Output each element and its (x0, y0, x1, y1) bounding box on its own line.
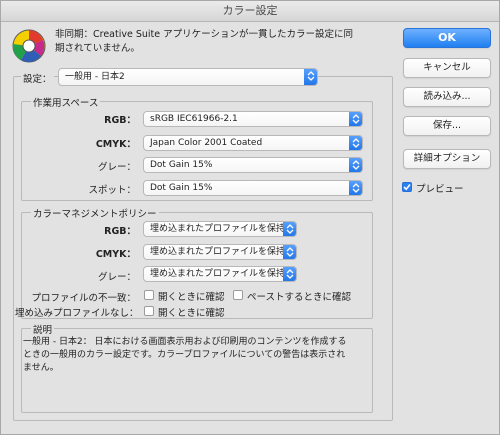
creative-suite-color-wheel-icon (12, 29, 46, 63)
ws-cmyk-value: Japan Color 2001 Coated (150, 138, 263, 148)
ws-gray-label: グレー： (97, 162, 136, 173)
ws-gray-select[interactable]: Dot Gain 15% (143, 157, 363, 173)
cm-gray-value: 埋め込まれたプロファイルを保持 (150, 269, 286, 279)
ws-rgb-value: sRGB IEC61966-2.1 (150, 114, 238, 124)
cm-rgb-label: RGB： (104, 226, 136, 237)
ws-gray-value: Dot Gain 15% (150, 160, 213, 170)
mismatch-paste-label: ペーストするときに確認 (247, 292, 352, 303)
chevron-updown-icon (283, 267, 296, 281)
settings-preset-select[interactable]: 一般用 - 日本2 (58, 68, 318, 86)
preview-checkbox[interactable] (402, 182, 412, 192)
description-text: 一般用 - 日本2： 日本における画面表示用および印刷用のコンテンツを作成すると… (23, 337, 347, 373)
working-spaces-title: 作業用スペース (31, 95, 101, 109)
chevron-updown-icon (283, 245, 296, 259)
cm-gray-label: グレー： (97, 272, 136, 283)
cancel-button[interactable]: キャンセル (403, 58, 491, 78)
checkmark-icon (403, 183, 411, 191)
chevron-updown-icon (304, 69, 317, 85)
load-button[interactable]: 読み込み... (403, 87, 491, 107)
ok-button[interactable]: OK (403, 28, 491, 48)
window-title: カラー設定 (1, 1, 499, 22)
cm-cmyk-select[interactable]: 埋め込まれたプロファイルを保持 (143, 244, 297, 260)
ws-spot-select[interactable]: Dot Gain 15% (143, 180, 363, 196)
preview-label: プレビュー (416, 184, 464, 195)
cm-rgb-select[interactable]: 埋め込まれたプロファイルを保持 (143, 221, 297, 237)
description-title: 説明 (31, 322, 55, 336)
chevron-updown-icon (349, 181, 362, 195)
ws-cmyk-label: CMYK： (95, 139, 136, 150)
chevron-updown-icon (349, 136, 362, 150)
missing-open-label: 開くときに確認 (158, 308, 225, 319)
ws-spot-label: スポット： (88, 185, 136, 196)
save-button[interactable]: 保存... (403, 116, 491, 136)
advanced-options-button[interactable]: 詳細オプション (403, 149, 491, 169)
mismatch-open-label: 開くときに確認 (158, 292, 225, 303)
settings-label: 設定： (21, 71, 54, 85)
ws-spot-value: Dot Gain 15% (150, 183, 213, 193)
ws-rgb-select[interactable]: sRGB IEC61966-2.1 (143, 111, 363, 127)
cm-gray-select[interactable]: 埋め込まれたプロファイルを保持 (143, 266, 297, 282)
ws-cmyk-select[interactable]: Japan Color 2001 Coated (143, 135, 363, 151)
chevron-updown-icon (283, 222, 296, 236)
mismatch-paste-checkbox[interactable] (233, 290, 243, 300)
cm-cmyk-value: 埋め込まれたプロファイルを保持 (150, 247, 286, 257)
cm-rgb-value: 埋め込まれたプロファイルを保持 (150, 224, 286, 234)
mismatch-open-checkbox[interactable] (144, 290, 154, 300)
color-settings-dialog: カラー設定 非同期：Creative Suite アプリケーションが一貫したカラ… (0, 0, 500, 435)
profile-mismatch-label: プロファイルの不一致： (31, 293, 136, 304)
missing-profile-label: 埋め込みプロファイルなし： (15, 308, 139, 319)
cm-cmyk-label: CMYK： (95, 249, 136, 260)
chevron-updown-icon (349, 158, 362, 172)
settings-preset-value: 一般用 - 日本2 (65, 72, 125, 82)
ws-rgb-label: RGB： (104, 115, 136, 126)
sync-status-text: 非同期：Creative Suite アプリケーションが一貫したカラー設定に同期… (55, 29, 353, 54)
color-management-title: カラーマネジメントポリシー (31, 206, 159, 220)
chevron-updown-icon (349, 112, 362, 126)
missing-open-checkbox[interactable] (144, 306, 154, 316)
